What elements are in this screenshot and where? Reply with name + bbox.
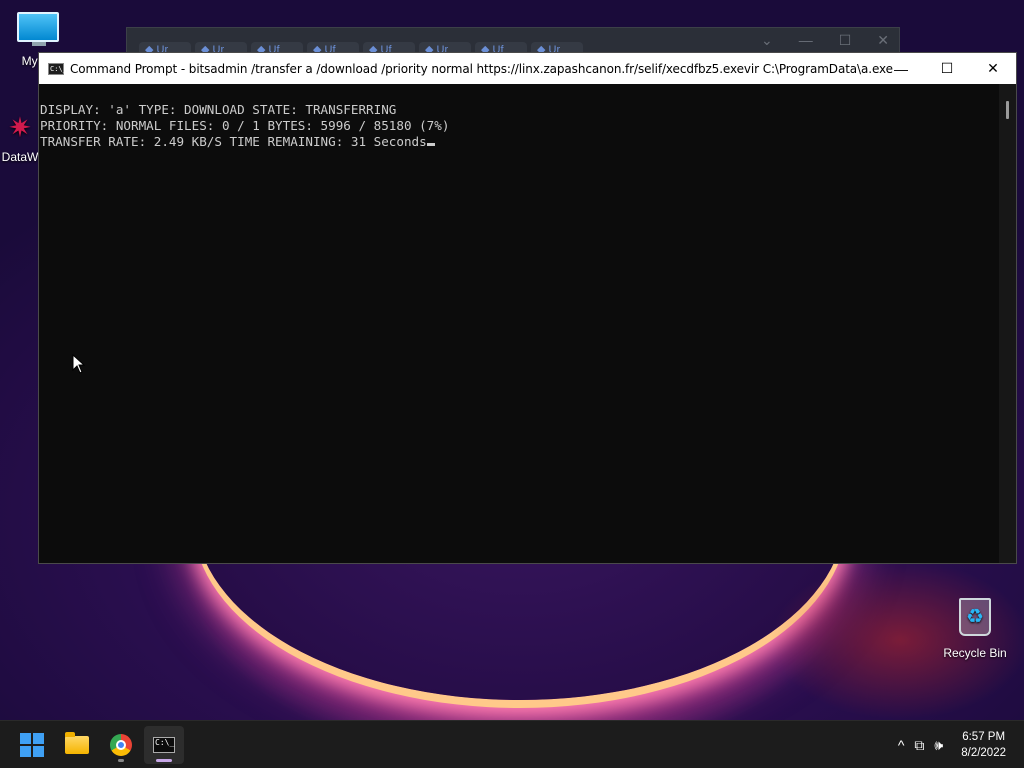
clock-time: 6:57 PM bbox=[962, 731, 1006, 743]
folder-icon bbox=[65, 732, 89, 754]
taskbar: C:\_ ^ ⧉ 🕪 6:57 PM 8/2/2022 bbox=[0, 720, 1024, 768]
running-indicator bbox=[118, 759, 124, 762]
start-button[interactable] bbox=[12, 726, 52, 764]
taskbar-file-explorer[interactable] bbox=[57, 726, 97, 764]
console-line: PRIORITY: NORMAL FILES: 0 / 1 BYTES: 599… bbox=[40, 118, 450, 133]
volume-icon[interactable]: 🕪 bbox=[934, 737, 943, 754]
command-prompt-window[interactable]: C:\_ Command Prompt - bitsadmin /transfe… bbox=[38, 52, 1017, 564]
window-title: Command Prompt - bitsadmin /transfer a /… bbox=[70, 61, 893, 76]
console-line: TRANSFER RATE: 2.49 KB/S TIME REMAINING:… bbox=[40, 134, 427, 149]
browser-window-controls: ⌄ — ☐ ✕ bbox=[761, 32, 889, 49]
maximize-button[interactable]: ☐ bbox=[924, 53, 970, 84]
window-controls: — ☐ ✕ bbox=[878, 53, 1016, 84]
monitor-icon bbox=[17, 12, 61, 48]
minimize-icon[interactable]: — bbox=[799, 32, 813, 49]
close-icon[interactable]: ✕ bbox=[877, 32, 889, 49]
maximize-icon[interactable]: ☐ bbox=[839, 32, 852, 49]
dataw-shortcut-icon: ✷ bbox=[8, 112, 32, 143]
clock[interactable]: 6:57 PM 8/2/2022 bbox=[961, 729, 1006, 761]
active-indicator bbox=[156, 759, 172, 762]
taskbar-chrome[interactable] bbox=[101, 726, 141, 764]
network-icon[interactable]: ⧉ bbox=[914, 737, 924, 754]
cmd-icon: C:\_ bbox=[48, 62, 67, 75]
tab-search-icon[interactable]: ⌄ bbox=[761, 32, 773, 49]
desktop-icon-dataw[interactable]: ✷ DataW bbox=[0, 110, 40, 164]
system-tray: ^ ⧉ 🕪 6:57 PM 8/2/2022 bbox=[898, 721, 1024, 768]
desktop-icon-label: DataW bbox=[1, 150, 39, 164]
minimize-button[interactable]: — bbox=[878, 53, 924, 84]
window-titlebar[interactable]: C:\_ Command Prompt - bitsadmin /transfe… bbox=[39, 53, 1016, 84]
desktop-icon-label: Recycle Bin bbox=[943, 646, 1007, 660]
chrome-icon bbox=[110, 734, 132, 756]
recycle-bin-icon: ♻ bbox=[957, 598, 993, 640]
close-button[interactable]: ✕ bbox=[970, 53, 1016, 84]
windows-logo-icon bbox=[20, 733, 44, 757]
console-scrollbar[interactable] bbox=[999, 84, 1016, 563]
text-cursor bbox=[426, 143, 435, 146]
console-line-with-cursor: TRANSFER RATE: 2.49 KB/S TIME REMAINING:… bbox=[40, 134, 1016, 150]
terminal-icon: C:\_ bbox=[153, 737, 175, 753]
console-line: DISPLAY: 'a' TYPE: DOWNLOAD STATE: TRANS… bbox=[40, 102, 397, 117]
console-output[interactable]: DISPLAY: 'a' TYPE: DOWNLOAD STATE: TRANS… bbox=[39, 84, 1016, 563]
chevron-up-icon[interactable]: ^ bbox=[898, 737, 905, 753]
desktop-icon-recycle-bin[interactable]: ♻ Recycle Bin bbox=[938, 596, 1012, 660]
scrollbar-thumb[interactable] bbox=[1006, 101, 1009, 119]
mouse-pointer-icon bbox=[72, 354, 86, 374]
clock-date: 8/2/2022 bbox=[961, 747, 1006, 759]
taskbar-command-prompt[interactable]: C:\_ bbox=[144, 726, 184, 764]
